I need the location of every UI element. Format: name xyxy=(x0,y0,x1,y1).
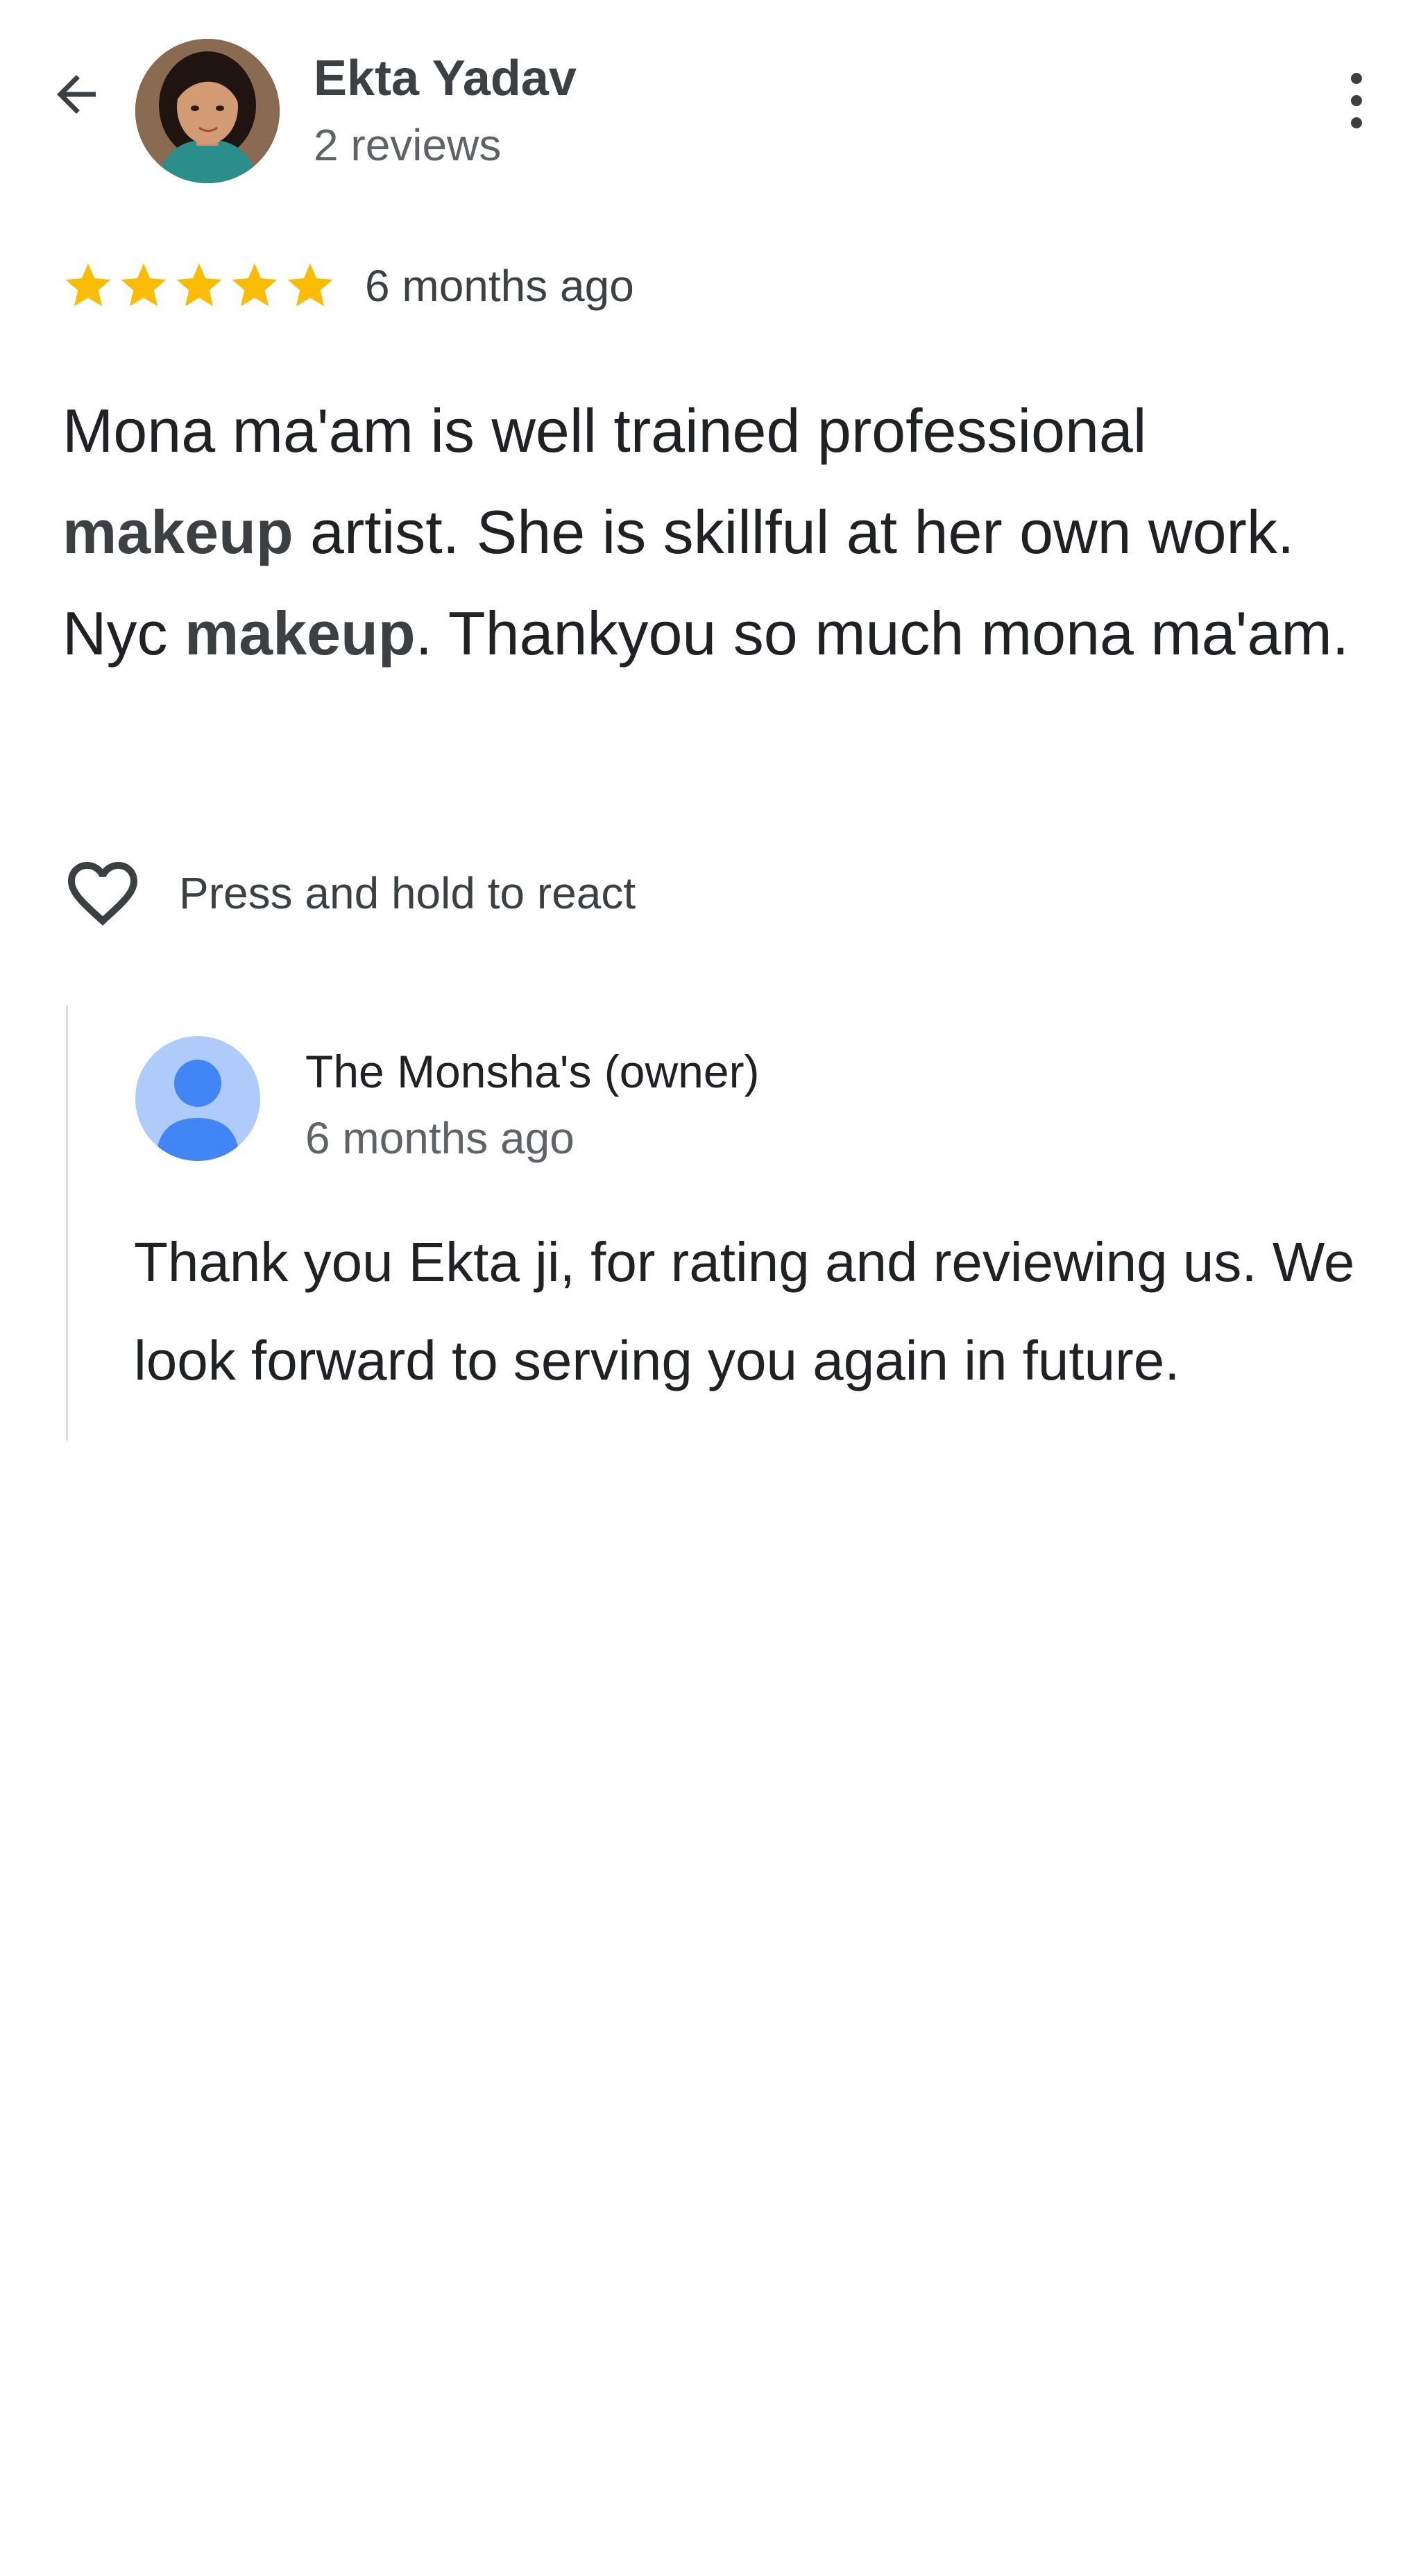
star-icon xyxy=(65,263,111,307)
highlighted-keyword: makeup xyxy=(62,498,293,566)
star-icon xyxy=(287,263,333,307)
rating-row: 6 months ago xyxy=(61,251,634,321)
more-vert-icon-dot xyxy=(1351,95,1362,106)
owner-avatar[interactable] xyxy=(135,1036,260,1161)
heart-outline-icon xyxy=(68,862,137,926)
star-icon xyxy=(121,263,167,307)
review-text: Mona ma'am is well trained professional … xyxy=(62,380,1381,684)
more-vert-icon-dot xyxy=(1351,117,1362,128)
review-text-part: . Thankyou so much mona ma'am. xyxy=(415,599,1350,668)
owner-name: The Monsha's (owner) xyxy=(305,1046,760,1097)
reviewer-avatar[interactable] xyxy=(135,39,280,183)
owner-reply-text: Thank you Ekta ji, for rating and review… xyxy=(134,1231,1355,1391)
reviewer-photo xyxy=(135,39,280,183)
review-count: 2 reviews xyxy=(314,120,502,170)
star-icon xyxy=(176,263,222,307)
react-label: Press and hold to react xyxy=(179,868,636,918)
more-options-button[interactable] xyxy=(1332,56,1381,146)
reviewer-name[interactable]: Ekta Yadav xyxy=(314,50,577,107)
owner-reply: The Monsha's (owner) 6 months ago Thank … xyxy=(66,1005,1386,1441)
star-rating xyxy=(61,259,337,313)
review-time: 6 months ago xyxy=(365,261,634,311)
owner-reply-time: 6 months ago xyxy=(305,1113,575,1163)
highlighted-keyword: makeup xyxy=(185,599,416,668)
back-button[interactable] xyxy=(42,60,111,129)
more-vert-icon xyxy=(1351,73,1362,84)
review-text-part: Mona ma'am is well trained professional xyxy=(62,396,1147,465)
arrow-back-icon xyxy=(57,75,96,114)
person-icon xyxy=(156,1060,239,1161)
star-icon xyxy=(232,263,278,307)
review-header: Ekta Yadav 2 reviews xyxy=(0,0,1421,208)
react-button[interactable]: Press and hold to react xyxy=(61,848,636,938)
